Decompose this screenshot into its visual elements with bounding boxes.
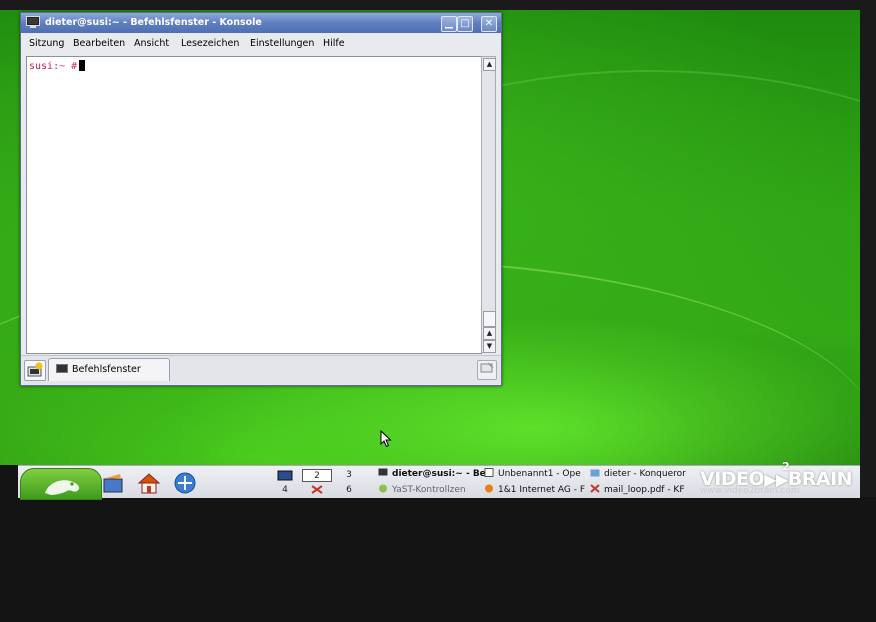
terminal-task-icon (378, 468, 388, 476)
scroll-up-top-button[interactable]: ▲ (483, 58, 496, 71)
document-task-icon (484, 468, 494, 477)
terminal-tab-icon (56, 364, 68, 373)
menu-einstellungen[interactable]: Einstellungen (250, 38, 314, 49)
task-konqueror-label: dieter - Konqueror (604, 469, 686, 479)
terminal-area[interactable]: susi:~ # (26, 56, 482, 354)
tab-befehlsfenster[interactable]: Befehlsfenster (48, 358, 170, 381)
close-session-button[interactable] (477, 360, 497, 380)
task-konqueror[interactable]: dieter - Konqueror (590, 468, 694, 482)
task-pdf-label: mail_loop.pdf - KF (604, 485, 685, 495)
pager-desktop-2[interactable]: 2 (302, 469, 332, 482)
maximize-button[interactable]: □ (457, 16, 473, 32)
kmenu-button[interactable] (20, 468, 102, 500)
pager-desktop-5[interactable] (302, 484, 332, 497)
task-openoffice-label: Unbenannt1 - Ope (498, 469, 581, 479)
konsole-window[interactable]: dieter@susi:~ - Befehlsfenster - Konsole… (20, 12, 502, 386)
terminal-app-icon[interactable] (26, 16, 40, 29)
suse-chameleon-icon (45, 480, 80, 495)
task-pdf[interactable]: mail_loop.pdf - KF (590, 484, 694, 498)
task-konsole[interactable]: dieter@susi:~ - Be (378, 468, 494, 482)
prompt-symbol: # (65, 61, 78, 72)
pager-pdf-icon (311, 485, 323, 494)
launcher-home-icon[interactable] (136, 470, 162, 496)
task-browser[interactable]: 1&1 Internet AG - F (484, 484, 588, 498)
scroll-down-button[interactable]: ▼ (483, 340, 496, 353)
tab-label: Befehlsfenster (72, 364, 141, 375)
pager-desktop-6[interactable]: 6 (334, 484, 364, 497)
prompt-host: susi: (29, 61, 60, 72)
task-yast-label: YaST-Kontrollzen (392, 485, 466, 495)
window-titlebar[interactable]: dieter@susi:~ - Befehlsfenster - Konsole… (21, 13, 501, 33)
scrollbar-handle[interactable] (483, 311, 496, 327)
pager-window-icon (277, 470, 293, 481)
menu-ansicht[interactable]: Ansicht (134, 38, 169, 49)
watermark-url: www.video2brain.com (700, 486, 800, 496)
minimize-button[interactable]: ▁ (441, 16, 457, 32)
close-session-icon (480, 362, 494, 373)
screen-right-edge (860, 10, 876, 497)
launcher-desktop-icon[interactable] (100, 470, 126, 496)
text-cursor (79, 60, 86, 71)
menu-sitzung[interactable]: Sitzung (29, 38, 64, 49)
mouse-pointer-icon (380, 430, 392, 448)
pager-desktop-3[interactable]: 3 (334, 469, 364, 482)
menu-bearbeiten[interactable]: Bearbeiten (73, 38, 125, 49)
task-konsole-label: dieter@susi:~ - Be (392, 469, 486, 479)
desktop-pager: 2 3 4 6 (268, 467, 370, 498)
new-session-button[interactable] (24, 360, 46, 381)
pager-desktop-4[interactable]: 4 (270, 484, 300, 497)
screen-top-bar (0, 0, 876, 10)
shell-prompt: susi:~ # (29, 60, 86, 72)
firefox-task-icon (485, 484, 493, 493)
yast-task-icon (379, 484, 387, 493)
pager-desktop-1[interactable] (270, 469, 300, 482)
launcher-konqueror-icon[interactable] (172, 470, 198, 496)
scroll-up-button[interactable]: ▲ (483, 327, 496, 340)
task-openoffice[interactable]: Unbenannt1 - Ope (484, 468, 588, 482)
window-title: dieter@susi:~ - Befehlsfenster - Konsole (45, 17, 262, 28)
menu-lesezeichen[interactable]: Lesezeichen (181, 38, 239, 49)
tab-bar: Befehlsfenster (21, 355, 501, 384)
terminal-scrollbar[interactable]: ▲ ▲ ▼ (481, 56, 496, 353)
task-yast[interactable]: YaST-Kontrollzen (378, 484, 482, 498)
close-button[interactable]: ✕ (481, 16, 497, 32)
pdf-task-icon (590, 484, 600, 493)
task-browser-label: 1&1 Internet AG - F (498, 485, 586, 495)
watermark-superscript: 2 (782, 460, 790, 473)
new-session-icon (27, 362, 43, 377)
menu-bar: Sitzung Bearbeiten Ansicht Lesezeichen E… (21, 34, 501, 53)
menu-hilfe[interactable]: Hilfe (323, 38, 345, 49)
folder-task-icon (590, 469, 600, 477)
